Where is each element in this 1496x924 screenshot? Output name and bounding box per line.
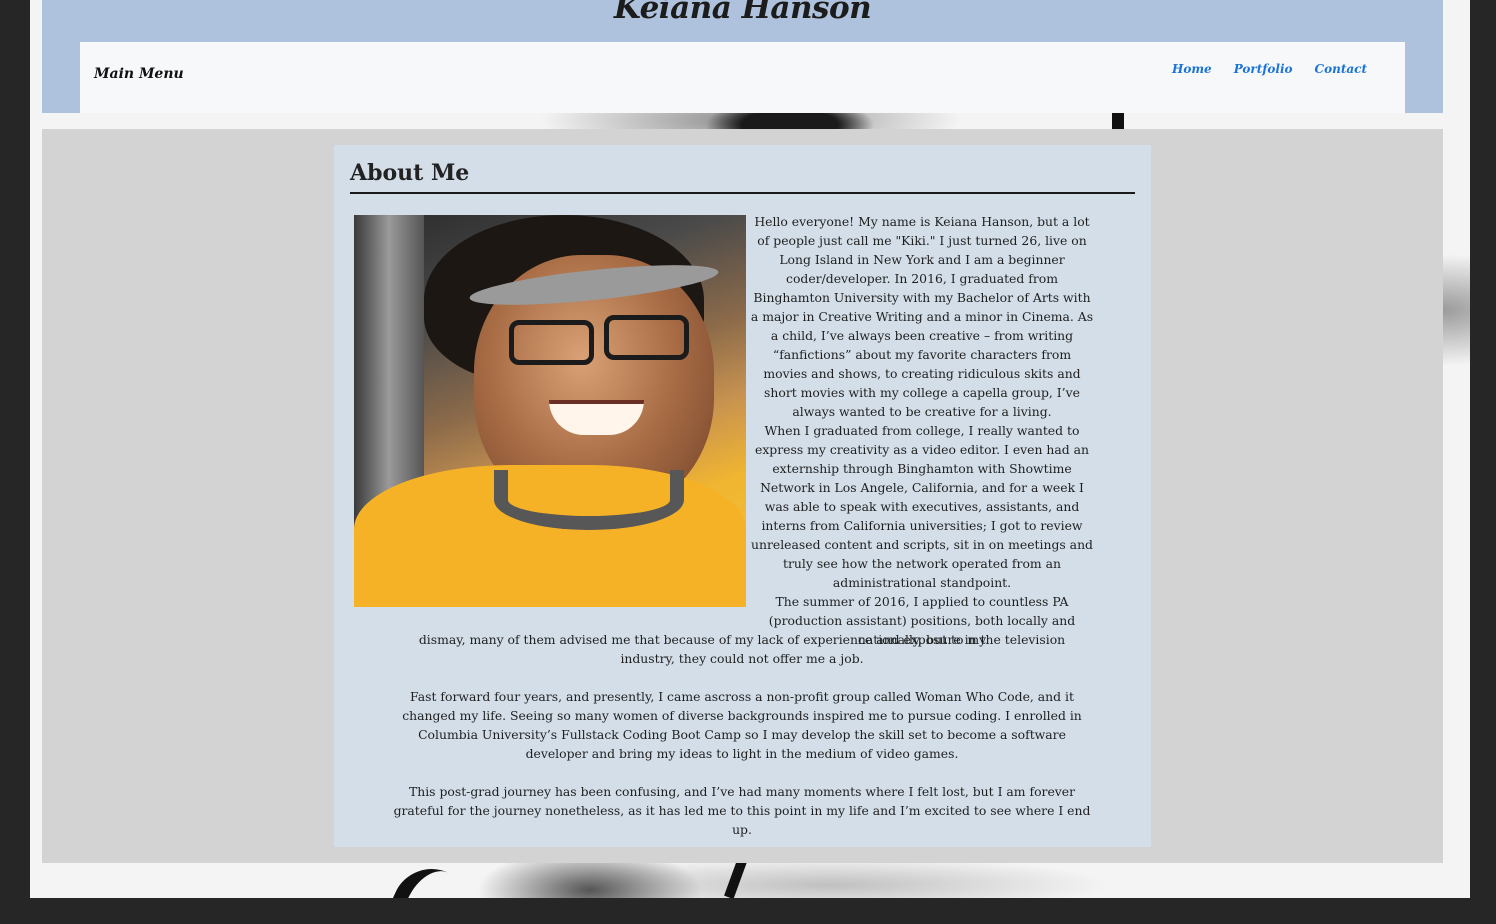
site-header: Keiana Hanson Main Menu Home Portfolio C… bbox=[42, 0, 1443, 113]
site-title: Keiana Hanson bbox=[613, 0, 872, 26]
profile-photo bbox=[354, 215, 746, 607]
nav-link-home[interactable]: Home bbox=[1172, 62, 1212, 76]
main-navbar: Main Menu Home Portfolio Contact bbox=[80, 42, 1405, 113]
nav-link-portfolio[interactable]: Portfolio bbox=[1234, 62, 1293, 76]
heading-divider bbox=[350, 192, 1135, 194]
about-paragraph-3-end: dismay, many of them advised me that bec… bbox=[418, 632, 1066, 666]
about-paragraph-1: Hello everyone! My name is Keiana Hanson… bbox=[750, 214, 1094, 419]
nav-links: Home Portfolio Contact bbox=[1172, 62, 1367, 76]
main-menu-label: Main Menu bbox=[94, 66, 184, 82]
about-me-card: About Me Hello everyone! My name is Keia… bbox=[334, 145, 1151, 847]
browser-viewport: Keiana Hanson Main Menu Home Portfolio C… bbox=[30, 0, 1470, 898]
about-me-heading: About Me bbox=[350, 160, 470, 186]
about-paragraph-4: Fast forward four years, and presently, … bbox=[402, 689, 1082, 761]
about-paragraph-2: When I graduated from college, I really … bbox=[751, 423, 1093, 590]
content-section: About Me Hello everyone! My name is Keia… bbox=[42, 129, 1443, 863]
nav-link-contact[interactable]: Contact bbox=[1315, 62, 1367, 76]
about-paragraph-5: This post-grad journey has been confusin… bbox=[393, 784, 1091, 837]
